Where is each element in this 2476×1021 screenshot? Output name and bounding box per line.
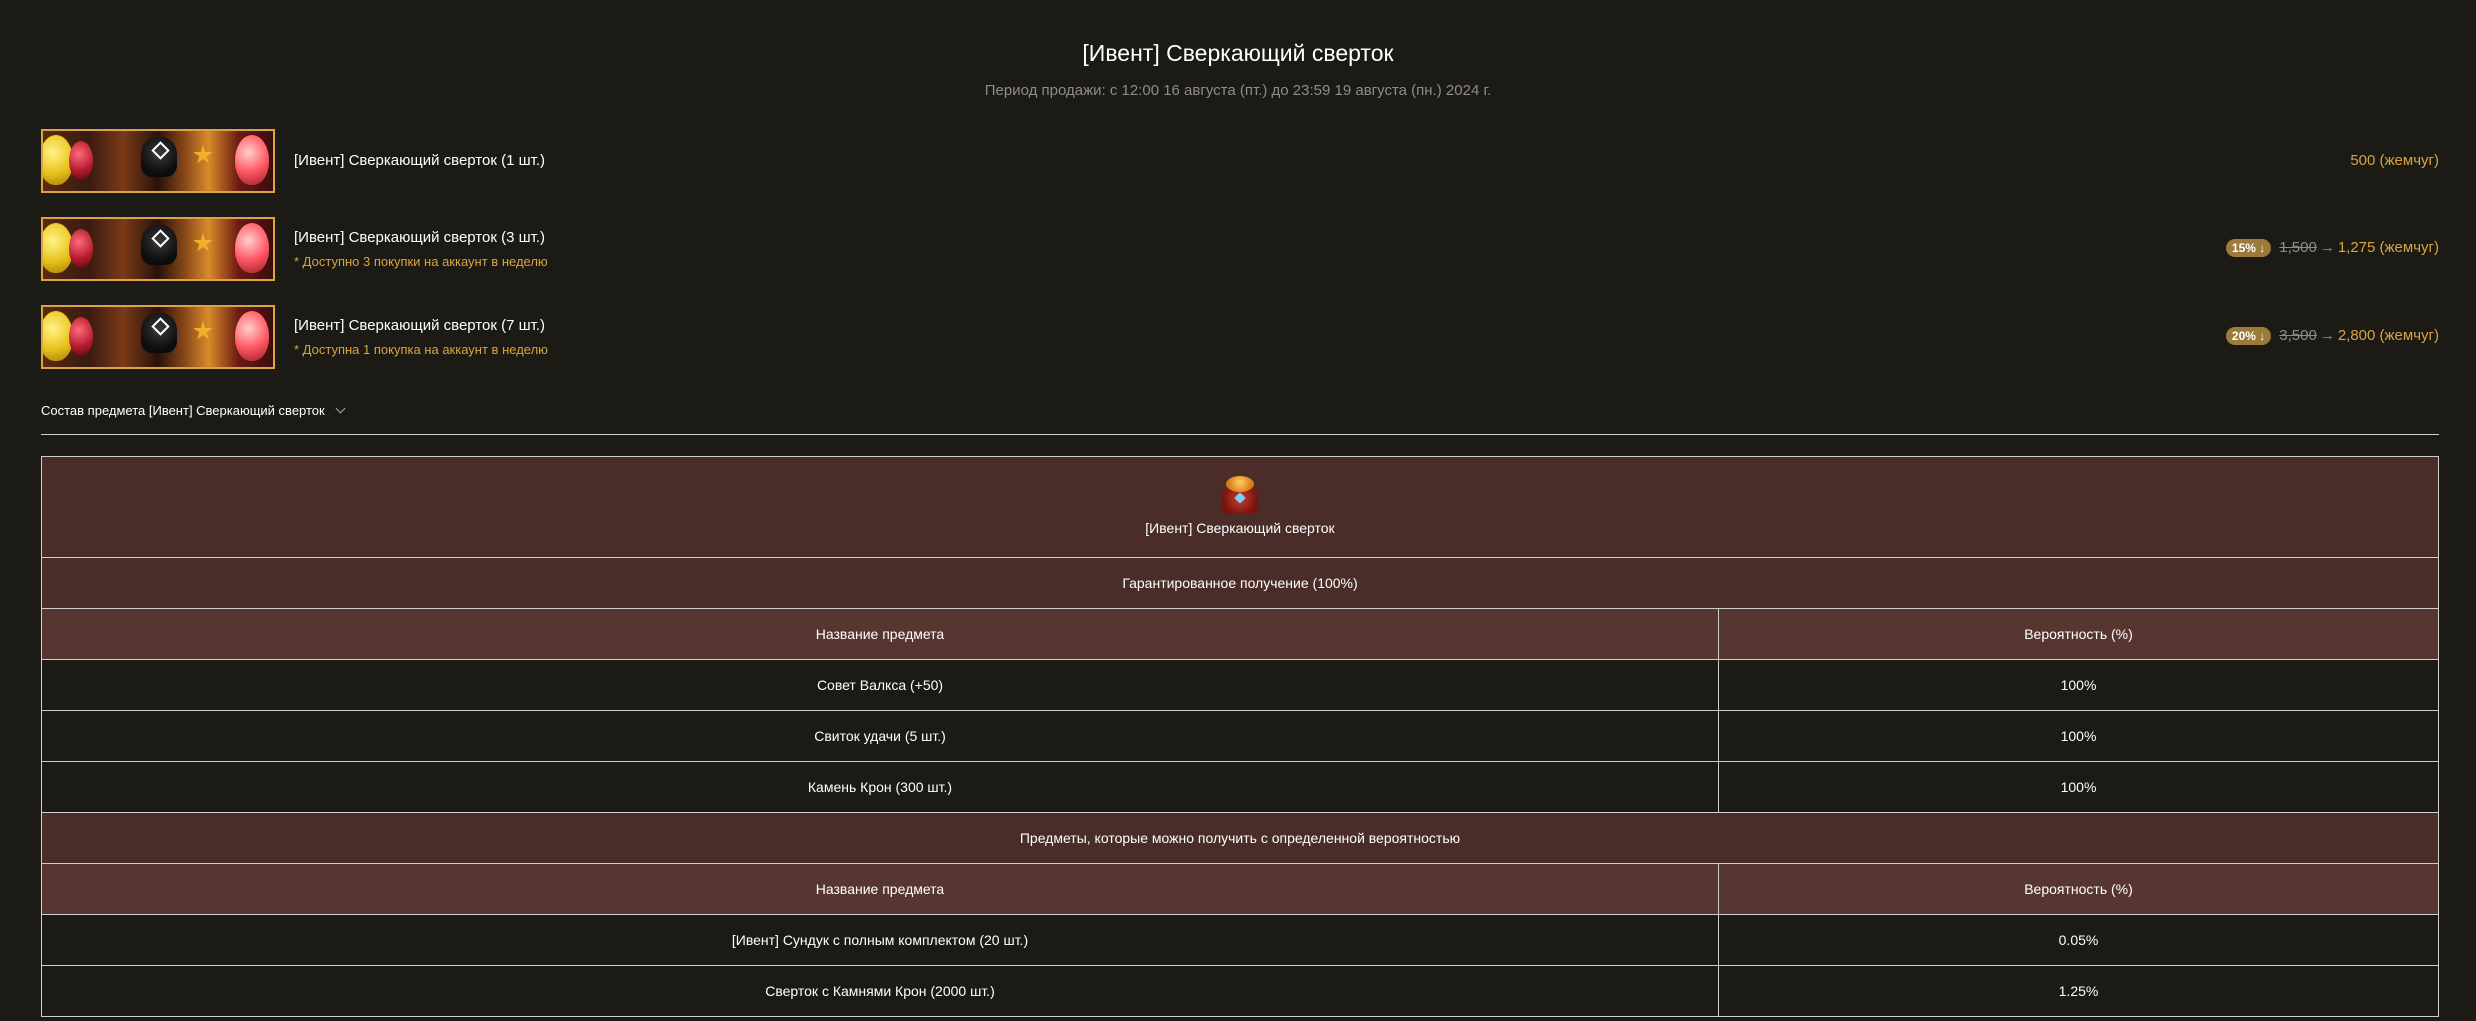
balloon-icon bbox=[69, 141, 93, 179]
probability-cell: 1.25% bbox=[1718, 965, 2439, 1017]
box-header-cell: [Ивент] Сверкающий сверток bbox=[41, 456, 2439, 558]
gift-box-icon bbox=[1220, 474, 1260, 514]
item-name-cell: Свиток удачи (5 шт.) bbox=[41, 710, 1719, 762]
product-thumbnail[interactable] bbox=[41, 305, 275, 369]
probability-cell: 100% bbox=[1718, 710, 2439, 762]
item-name-cell: Совет Валкса (+50) bbox=[41, 659, 1719, 711]
balloon-icon bbox=[235, 223, 269, 273]
balloon-icon bbox=[69, 317, 93, 355]
star-icon bbox=[193, 145, 213, 164]
product-thumbnail[interactable] bbox=[41, 129, 275, 193]
guaranteed-section-header: Гарантированное получение (100%) bbox=[41, 557, 2439, 609]
balloon-icon bbox=[69, 229, 93, 267]
sale-period: Период продажи: с 12:00 16 августа (пт.)… bbox=[984, 82, 1492, 99]
column-header-probability: Вероятность (%) bbox=[1718, 863, 2439, 915]
table-row: Сверток с Камнями Крон (2000 шт.) 1.25% bbox=[41, 965, 2439, 1017]
column-header-probability: Вероятность (%) bbox=[1718, 608, 2439, 660]
pouch-icon bbox=[141, 137, 177, 177]
product-row[interactable]: [Ивент] Сверкающий сверток (1 шт.) 500 (… bbox=[41, 129, 2439, 193]
product-price: 15% ↓ 1,500 → 1,275 (жемчуг) bbox=[2225, 239, 2439, 257]
box-name: [Ивент] Сверкающий сверток bbox=[1145, 519, 1335, 536]
table-row: Свиток удачи (5 шт.) 100% bbox=[41, 710, 2439, 762]
chance-section-header: Предметы, которые можно получить с опред… bbox=[41, 812, 2439, 864]
pouch-icon bbox=[141, 313, 177, 353]
composition-toggle-label: Состав предмета [Ивент] Сверкающий сверт… bbox=[41, 403, 325, 418]
balloon-icon bbox=[235, 311, 269, 361]
pouch-icon bbox=[141, 225, 177, 265]
purchase-limit-note: * Доступна 1 покупка на аккаунт в неделю bbox=[294, 342, 548, 357]
table-row: Совет Валкса (+50) 100% bbox=[41, 659, 2439, 711]
new-price: 1,275 (жемчуг) bbox=[2337, 239, 2439, 256]
table-row: [Ивент] Сундук с полным комплектом (20 ш… bbox=[41, 914, 2439, 966]
product-thumbnail[interactable] bbox=[41, 217, 275, 281]
column-header-item: Название предмета bbox=[41, 608, 1719, 660]
product-row[interactable]: [Ивент] Сверкающий сверток (3 шт.) * Дос… bbox=[41, 217, 2439, 281]
composition-table: [Ивент] Сверкающий сверток Гарантированн… bbox=[41, 456, 2439, 1017]
product-row[interactable]: [Ивент] Сверкающий сверток (7 шт.) * Дос… bbox=[41, 305, 2439, 369]
arrow-icon: → bbox=[2319, 239, 2335, 256]
composition-toggle[interactable]: Состав предмета [Ивент] Сверкающий сверт… bbox=[41, 403, 346, 418]
product-name: [Ивент] Сверкающий сверток (1 шт.) bbox=[294, 152, 545, 169]
balloon-icon bbox=[235, 135, 269, 185]
probability-cell: 100% bbox=[1718, 761, 2439, 813]
discount-badge: 20% ↓ bbox=[2225, 327, 2272, 345]
probability-cell: 100% bbox=[1718, 659, 2439, 711]
item-name-cell: [Ивент] Сундук с полным комплектом (20 ш… bbox=[41, 914, 1719, 966]
product-name: [Ивент] Сверкающий сверток (3 шт.) bbox=[294, 229, 545, 246]
probability-cell: 0.05% bbox=[1718, 914, 2439, 966]
product-name: [Ивент] Сверкающий сверток (7 шт.) bbox=[294, 317, 545, 334]
star-icon bbox=[193, 233, 213, 252]
old-price: 1,500 bbox=[2279, 239, 2317, 256]
divider bbox=[41, 434, 2439, 435]
purchase-limit-note: * Доступно 3 покупки на аккаунт в неделю bbox=[294, 254, 548, 269]
old-price: 3,500 bbox=[2279, 327, 2317, 344]
column-header-item: Название предмета bbox=[41, 863, 1719, 915]
page-title: [Ивент] Сверкающий сверток bbox=[1082, 40, 1394, 66]
chevron-down-icon bbox=[335, 403, 346, 414]
new-price: 2,800 (жемчуг) bbox=[2337, 327, 2439, 344]
star-icon bbox=[193, 321, 213, 340]
table-row: Камень Крон (300 шт.) 100% bbox=[41, 761, 2439, 813]
item-name-cell: Камень Крон (300 шт.) bbox=[41, 761, 1719, 813]
product-price: 20% ↓ 3,500 → 2,800 (жемчуг) bbox=[2225, 327, 2439, 345]
discount-badge: 15% ↓ bbox=[2225, 239, 2272, 257]
item-name-cell: Сверток с Камнями Крон (2000 шт.) bbox=[41, 965, 1719, 1017]
arrow-icon: → bbox=[2319, 327, 2335, 344]
product-price: 500 (жемчуг) bbox=[2350, 152, 2439, 169]
